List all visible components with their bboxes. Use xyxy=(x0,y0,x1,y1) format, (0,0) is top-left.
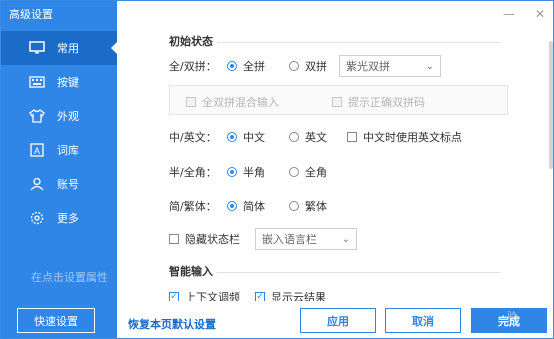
apply-button[interactable]: 应用 xyxy=(300,308,376,333)
radio-full-pinyin-label: 全拼 xyxy=(243,60,265,73)
book-icon: A xyxy=(29,142,45,158)
settings-window: 高级设置 常用 按键 外观 A 词库 账号 更多 在点击设置属性 快速设置 — … xyxy=(0,0,554,339)
full-double-label: 全/双拼： xyxy=(169,60,217,73)
sidebar-item-common[interactable]: 常用 xyxy=(1,31,117,65)
section-divider xyxy=(217,272,501,273)
radio-chinese[interactable] xyxy=(227,132,237,142)
sidebar-hint: 在点击设置属性 xyxy=(31,271,108,284)
radio-double-pinyin-label: 双拼 xyxy=(305,60,327,73)
sidebar-item-label: 外观 xyxy=(57,110,79,123)
simp-trad-label: 简/繁体： xyxy=(169,200,217,213)
scrollbar[interactable] xyxy=(549,41,553,169)
hint-code-label: 提示正确双拼码 xyxy=(348,96,425,109)
user-icon xyxy=(29,176,45,192)
sidebar: 高级设置 常用 按键 外观 A 词库 账号 更多 在点击设置属性 快速设置 xyxy=(1,1,117,338)
radio-traditional-label: 繁体 xyxy=(305,200,327,213)
radio-full-width[interactable] xyxy=(289,167,299,177)
cn-en-row: 中/英文： 中文 英文 中文时使用英文标点 xyxy=(169,129,462,145)
radio-simplified-label: 简体 xyxy=(243,200,265,213)
status-bar-row: 隐藏状态栏 嵌入语言栏 ⌄ xyxy=(169,228,357,250)
mixed-input-checkbox[interactable] xyxy=(186,97,196,107)
sidebar-nav: 常用 按键 外观 A 词库 账号 更多 xyxy=(1,31,117,235)
full-double-row: 全/双拼： 全拼 双拼 紫光双拼 ⌄ xyxy=(169,55,441,77)
sidebar-item-label: 账号 xyxy=(57,178,79,191)
radio-english-label: 英文 xyxy=(305,131,327,144)
hint-code-checkbox[interactable] xyxy=(332,97,342,107)
half-full-label: 半/全角： xyxy=(169,166,217,179)
sidebar-item-account[interactable]: 账号 xyxy=(1,167,117,201)
sidebar-item-label: 常用 xyxy=(57,42,79,55)
sidebar-item-keys[interactable]: 按键 xyxy=(1,65,117,99)
status-bar-mode-select[interactable]: 嵌入语言栏 ⌄ xyxy=(255,228,357,250)
english-punct-checkbox[interactable] xyxy=(347,132,357,142)
hide-status-bar-label: 隐藏状态栏 xyxy=(185,233,240,246)
sidebar-item-label: 按键 xyxy=(57,76,79,89)
window-title: 高级设置 xyxy=(9,8,53,21)
watermark: Baidu 经验 xyxy=(507,297,549,323)
settings-content: — ✕ 初始状态 全/双拼： 全拼 双拼 紫光双拼 ⌄ 全双拼混合输入 提示正确… xyxy=(117,1,553,338)
double-pinyin-options-group: 全双拼混合输入 提示正确双拼码 xyxy=(169,85,508,115)
restore-defaults-link[interactable]: 恢复本页默认设置 xyxy=(128,316,216,332)
keyboard-icon xyxy=(29,74,45,90)
shirt-icon xyxy=(29,108,45,124)
svg-text:A: A xyxy=(34,146,40,156)
radio-english[interactable] xyxy=(289,132,299,142)
mixed-input-label: 全双拼混合输入 xyxy=(202,96,279,109)
english-punct-label: 中文时使用英文标点 xyxy=(363,131,462,144)
sidebar-item-appearance[interactable]: 外观 xyxy=(1,99,117,133)
section-initial-state: 初始状态 xyxy=(169,35,213,48)
radio-double-pinyin[interactable] xyxy=(289,61,299,71)
select-value: 紫光双拼 xyxy=(346,60,390,73)
radio-half-width-label: 半角 xyxy=(243,166,265,179)
radio-full-pinyin[interactable] xyxy=(227,61,237,71)
sidebar-item-label: 更多 xyxy=(57,212,79,225)
radio-traditional[interactable] xyxy=(289,201,299,211)
radio-full-width-label: 全角 xyxy=(305,166,327,179)
section-smart-input: 智能输入 xyxy=(169,265,213,278)
close-button[interactable]: ✕ xyxy=(535,7,545,21)
radio-half-width[interactable] xyxy=(227,167,237,177)
hint-code-row: 提示正确双拼码 xyxy=(332,94,425,110)
chevron-down-icon: ⌄ xyxy=(425,61,434,72)
mixed-input-row: 全双拼混合输入 xyxy=(186,94,279,110)
hide-status-bar-checkbox[interactable] xyxy=(169,234,179,244)
monitor-icon xyxy=(29,40,45,56)
radio-simplified[interactable] xyxy=(227,201,237,211)
simp-trad-row: 简/繁体： 简体 繁体 xyxy=(169,198,327,214)
quick-setup-button[interactable]: 快速设置 xyxy=(17,308,95,333)
radio-chinese-label: 中文 xyxy=(243,131,265,144)
chevron-down-icon: ⌄ xyxy=(341,234,350,245)
cn-en-label: 中/英文： xyxy=(169,131,217,144)
cancel-button[interactable]: 取消 xyxy=(385,308,461,333)
minimize-button[interactable]: — xyxy=(503,7,515,21)
gear-icon xyxy=(29,210,45,226)
select-value: 嵌入语言栏 xyxy=(262,233,317,246)
double-pinyin-scheme-select[interactable]: 紫光双拼 ⌄ xyxy=(339,55,441,77)
section-divider xyxy=(217,42,501,43)
sidebar-item-label: 词库 xyxy=(57,144,79,157)
sidebar-item-lexicon[interactable]: A 词库 xyxy=(1,133,117,167)
sidebar-item-more[interactable]: 更多 xyxy=(1,201,117,235)
half-full-row: 半/全角： 半角 全角 xyxy=(169,164,327,180)
window-controls: — ✕ xyxy=(503,7,545,21)
